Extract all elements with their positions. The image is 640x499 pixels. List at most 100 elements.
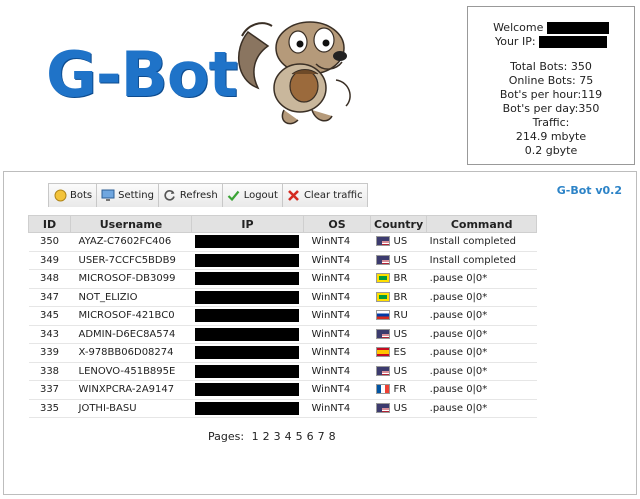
row-username: JOTHI-BASU [70,399,192,418]
row-username: X-978BB06D08274 [70,343,192,363]
row-os: WinNT4 [303,380,371,400]
clear-traffic-button-label: Clear traffic [303,190,363,201]
redacted-ip-cell [194,346,299,360]
logout-button[interactable]: Logout [221,183,283,207]
flag-icon [375,254,390,265]
header: G-Bot Welcome Your IP: Total Bots: 350 O… [0,0,640,170]
table-row: 343 ADMIN-D6EC8A574 WinNT4 US .pause 0|0* [28,325,537,344]
row-id: 335 [28,399,71,418]
redacted-ip-cell [194,383,299,397]
redacted-ip-cell [194,290,299,304]
country-code: US [393,254,408,266]
bots-per-hour: Bot's per hour:119 [499,88,603,101]
row-command: .pause 0|0* [426,380,537,400]
country-code: ES [393,347,407,359]
page-link[interactable]: 7 [318,430,325,443]
row-country: BR [370,269,427,289]
table-row: 335 JOTHI-BASU WinNT4 US .pause 0|0* [28,399,537,418]
traffic-label: Traffic: [532,116,570,129]
monitor-settings-icon [101,189,115,203]
page-link[interactable]: 1 [252,430,259,443]
flag-icon [375,365,390,376]
row-command: .pause 0|0* [426,325,537,344]
row-command: Install completed [426,251,537,270]
row-ip [191,380,304,400]
redacted-ip-cell [194,309,299,323]
row-os: WinNT4 [303,306,371,326]
row-username: WINXPCRA-2A9147 [70,380,192,400]
traffic-gbyte: 0.2 gbyte [524,144,578,157]
checkmark-icon [227,189,241,203]
redacted-ip-cell [194,235,299,249]
toolbar: Bots Setting Refresh Logout Clear traffi… [48,183,368,207]
col-country[interactable]: Country [369,215,428,233]
flag-icon [375,310,390,321]
version-label: G-Bot v0.2 [556,184,622,197]
setting-button-label: Setting [118,190,154,201]
row-id: 338 [28,362,71,381]
row-username: AYAZ-C7602FC406 [70,232,192,252]
row-id: 337 [28,380,71,400]
row-username: ADMIN-D6EC8A574 [70,325,192,344]
flag-icon [375,347,390,358]
refresh-button[interactable]: Refresh [157,183,223,207]
row-country: ES [370,343,427,363]
welcome-label: Welcome [493,21,544,34]
refresh-icon [163,189,177,203]
welcome-row: Welcome [468,21,634,35]
row-command: .pause 0|0* [426,343,537,363]
row-ip [191,288,304,307]
page-link[interactable]: 8 [329,430,336,443]
row-username: MICROSOF-421BC0 [70,306,192,326]
row-ip [191,306,304,326]
row-id: 349 [28,251,71,270]
main-panel: G-Bot v0.2 Bots Setting Refresh Logout C… [3,171,637,495]
row-country: US [370,399,427,418]
row-country: FR [370,380,427,400]
row-country: US [370,251,427,270]
online-bots: Online Bots: 75 [508,74,594,87]
page-link[interactable]: 2 [263,430,270,443]
bots-icon [53,189,67,203]
col-id[interactable]: ID [28,215,71,233]
row-ip [191,232,304,252]
row-command: .pause 0|0* [426,362,537,381]
clear-traffic-button[interactable]: Clear traffic [281,183,368,207]
close-icon [287,189,301,203]
ip-row: Your IP: [468,35,634,49]
row-ip [191,325,304,344]
redacted-ip-cell [194,401,299,415]
page-link[interactable]: 6 [307,430,314,443]
table-body: 350 AYAZ-C7602FC406 WinNT4 US Install comple… [28,232,537,418]
table-row: 349 USER-7CCFC5BDB9 WinNT4 US Install comple… [28,251,537,270]
bots-button[interactable]: Bots [48,183,98,207]
country-code: FR [393,384,407,396]
logo: G-Bot [46,38,238,111]
col-ip[interactable]: IP [191,215,304,233]
traffic-mbyte: 214.9 mbyte [515,130,587,143]
table-row: 339 X-978BB06D08274 WinNT4 ES .pause 0|0* [28,343,537,363]
redacted-ip-cell [194,364,299,378]
row-os: WinNT4 [303,251,371,270]
row-country: RU [370,306,427,326]
page-link[interactable]: 4 [285,430,292,443]
page-link[interactable]: 5 [296,430,303,443]
row-username: MICROSOF-DB3099 [70,269,192,289]
setting-button[interactable]: Setting [96,183,159,207]
col-os[interactable]: OS [303,215,371,233]
row-id: 339 [28,343,71,363]
redacted-username [546,22,609,34]
flag-icon [375,291,390,302]
table-row: 347 NOT_ELIZIO WinNT4 BR .pause 0|0* [28,288,537,307]
country-code: BR [393,273,408,285]
row-os: WinNT4 [303,325,371,344]
row-ip [191,269,304,289]
flag-icon [375,402,390,413]
row-country: US [370,362,427,381]
country-code: US [393,236,408,248]
col-command[interactable]: Command [426,215,538,233]
total-bots: Total Bots: 350 [510,60,592,73]
col-username[interactable]: Username [70,215,192,233]
page-link[interactable]: 3 [274,430,281,443]
row-command: Install completed [426,232,537,252]
